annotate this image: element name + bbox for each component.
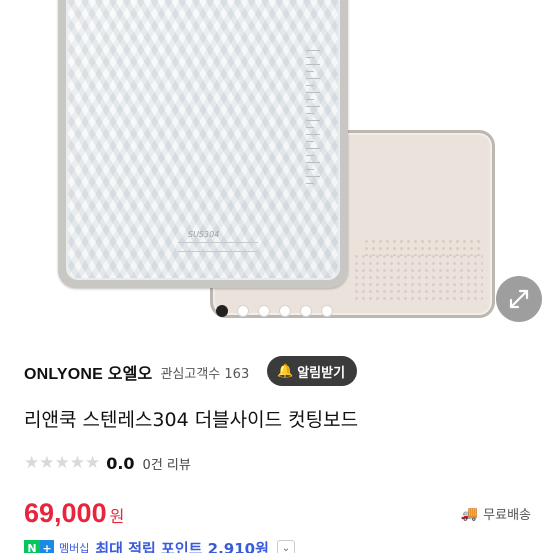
carousel-indicator <box>216 305 333 317</box>
followers-count: 관심고객수 163 <box>160 366 250 382</box>
shipping-label: 무료배송 <box>483 508 531 523</box>
ruler-marks <box>306 50 320 200</box>
carousel-dot[interactable] <box>300 305 312 317</box>
review-count: 0건 리뷰 <box>142 457 191 473</box>
carousel-dot[interactable] <box>216 305 228 317</box>
store-info: ONLYONE 오엘오 관심고객수 163 🔔 알림받기 <box>24 356 535 388</box>
product-image-carousel[interactable]: SUS304 <box>0 0 553 330</box>
truck-icon: 🚚 <box>460 505 479 522</box>
cutting-board-front-image: SUS304 <box>58 0 348 288</box>
max-points-text: 최대 적립 포인트 2,910원 <box>95 539 269 553</box>
carousel-dot[interactable] <box>321 305 333 317</box>
membership-label: 멤버십 <box>59 542 90 553</box>
store-name-link[interactable]: ONLYONE 오엘오 <box>24 360 152 384</box>
engraving-lines <box>178 242 258 252</box>
star-rating-icons: ★★★★★ <box>24 453 101 473</box>
rating-score: 0.0 <box>106 453 135 473</box>
plus-logo: + <box>40 540 54 553</box>
carousel-dot[interactable] <box>258 305 270 317</box>
carousel-dot[interactable] <box>279 305 291 317</box>
price-value: 69,000 <box>24 498 107 528</box>
product-title: 리앤쿡 스텐레스304 더블사이드 컷팅보드 <box>24 409 359 431</box>
engraving-text: SUS304 <box>188 230 220 239</box>
rating-summary[interactable]: ★★★★★ 0.0 0건 리뷰 <box>24 452 191 474</box>
expand-icon <box>509 289 529 309</box>
carousel-dot[interactable] <box>237 305 249 317</box>
points-info[interactable]: N + 멤버십 최대 적립 포인트 2,910원 ⌄ <box>24 538 295 553</box>
chevron-down-icon[interactable]: ⌄ <box>276 540 295 553</box>
naver-n-logo: N <box>24 540 40 553</box>
subscribe-alarm-button[interactable]: 🔔 알림받기 <box>267 356 358 386</box>
price-currency: 원 <box>109 507 125 526</box>
shipping-info: 🚚 무료배송 <box>460 504 531 524</box>
price-row: 69,000 원 🚚 무료배송 <box>24 498 531 532</box>
bell-plus-icon: 🔔 <box>277 363 294 379</box>
alarm-button-label: 알림받기 <box>297 365 346 381</box>
expand-image-button[interactable] <box>496 276 542 322</box>
naver-plus-badge: N + <box>24 540 54 553</box>
